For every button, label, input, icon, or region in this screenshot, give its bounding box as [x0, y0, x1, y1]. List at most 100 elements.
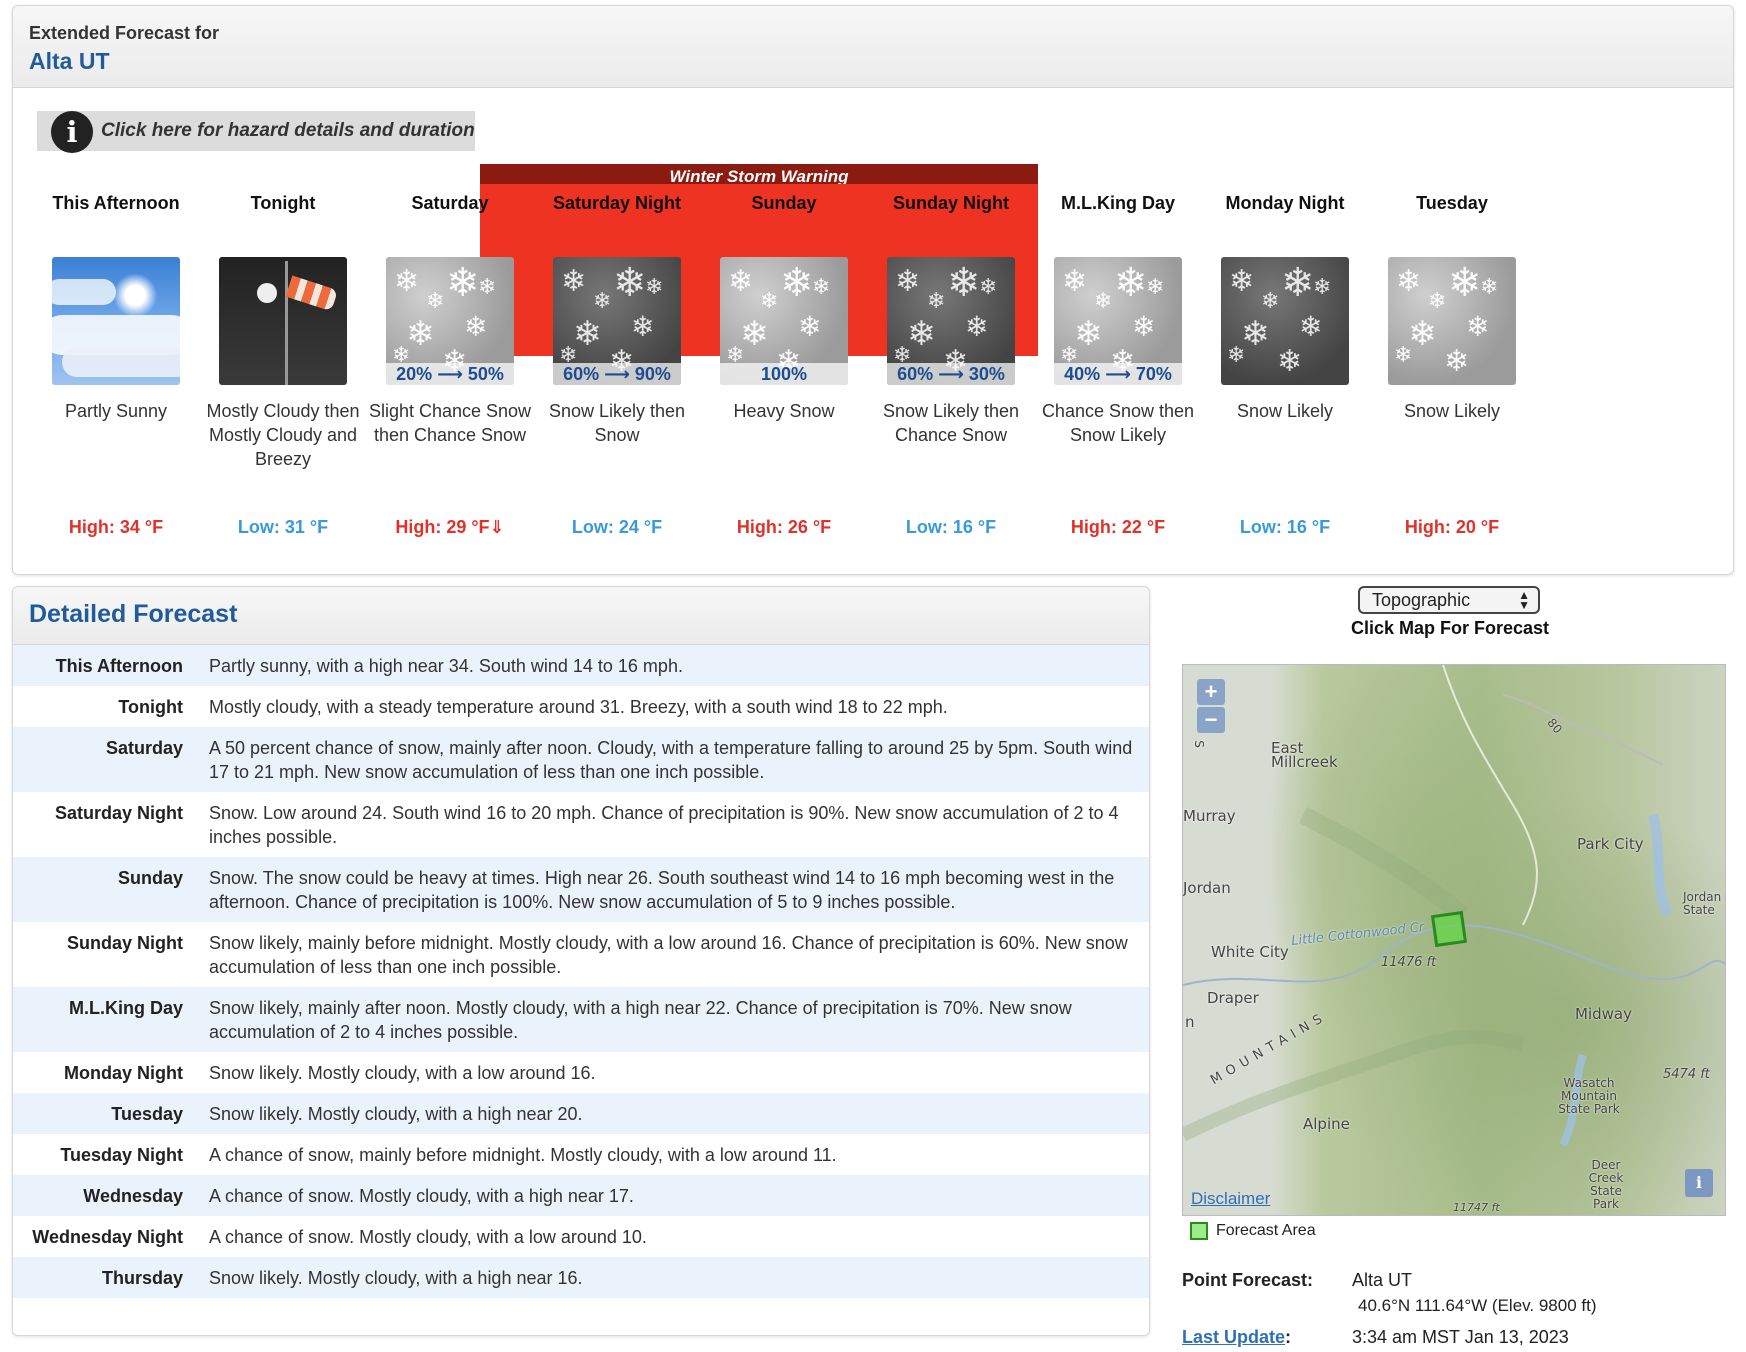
- map-type-selected: Topographic: [1372, 590, 1471, 610]
- last-update-label: Last Update:: [1182, 1327, 1291, 1348]
- period-description: Slight Chance Snow then Chance Snow: [368, 401, 532, 445]
- snow-icon[interactable]: ❄ ❄ ❄ ❄ ❄ ❄ ❄ ❄: [1388, 257, 1516, 385]
- detailed-forecast-row: Tuesday Night A chance of snow, mainly be…: [13, 1134, 1149, 1175]
- point-forecast-coordinates: 40.6°N 111.64°W (Elev. 9800 ft): [1358, 1296, 1597, 1315]
- last-update-colon: :: [1285, 1327, 1292, 1347]
- precip-chance: 60% ⟶ 30%: [887, 363, 1015, 385]
- detailed-row-label: Saturday: [105, 738, 183, 758]
- detailed-row-label: This Afternoon: [55, 656, 183, 676]
- high-temp: High: 26 °F: [736, 517, 832, 537]
- detailed-forecast-row: This Afternoon Partly sunny, with a high …: [13, 645, 1149, 686]
- map-label-s: S: [1191, 740, 1206, 748]
- period-description: Snow Likely: [1403, 401, 1501, 421]
- period-name: This Afternoon: [52, 193, 180, 213]
- detailed-forecast-row: Thursday Snow likely. Mostly cloudy, with…: [13, 1257, 1149, 1298]
- period-name: Monday Night: [1225, 193, 1345, 213]
- detailed-forecast-row: Wednesday Night A chance of snow. Mostly …: [13, 1216, 1149, 1257]
- map-legend: Forecast Area: [1190, 1222, 1316, 1240]
- detailed-forecast-row: Monday Night Snow likely. Mostly cloudy, …: [13, 1052, 1149, 1093]
- hazard-details-button[interactable]: i Click here for hazard details and dura…: [37, 111, 475, 153]
- map-disclaimer-link[interactable]: Disclaimer: [1191, 1189, 1270, 1209]
- point-forecast-location: Alta UT: [1352, 1270, 1413, 1290]
- detailed-row-text: Partly sunny, with a high near 34. South…: [209, 656, 683, 676]
- forecast-period: Sunday ❄ ❄ ❄ ❄ ❄ ❄ ❄ ❄ 100% Heavy Snow High: 26 °F: [691, 191, 877, 538]
- period-name: Saturday: [411, 193, 489, 213]
- period-description: Mostly Cloudy then Mostly Cloudy and Bre…: [206, 401, 360, 469]
- extended-forecast-header: Extended Forecast for Alta UT: [13, 6, 1733, 88]
- zoom-in-button[interactable]: +: [1197, 679, 1225, 705]
- period-description: Partly Sunny: [64, 401, 168, 421]
- forecast-period: Sunday Night ❄ ❄ ❄ ❄ ❄ ❄ ❄ ❄ 60% ⟶ 30% Snow Likely…: [858, 191, 1044, 538]
- period-name: Sunday: [751, 193, 817, 213]
- detailed-row-text: Mostly cloudy, with a steady temperature…: [209, 697, 948, 717]
- precip-chance: 40% ⟶ 70%: [1054, 363, 1182, 385]
- map-label-park-city: Park City: [1577, 835, 1644, 853]
- high-temp: High: 22 °F: [1070, 517, 1166, 537]
- map-label-n: n: [1185, 1013, 1195, 1031]
- last-update-value: 3:34 am MST Jan 13, 2023: [1352, 1327, 1569, 1347]
- detailed-forecast-row: Saturday A 50 percent chance of snow, mai…: [13, 727, 1149, 792]
- forecast-map[interactable]: + − East Millcreek Murray Park City Jord…: [1182, 664, 1726, 1216]
- snow-night-icon[interactable]: ❄ ❄ ❄ ❄ ❄ ❄ ❄ ❄: [1221, 257, 1349, 385]
- detailed-row-text: Snow. The snow could be heavy at times. …: [209, 868, 1115, 912]
- forecast-period: Tonight Mostly Cloudy then Mostly Cloudy …: [190, 191, 376, 538]
- detailed-row-text: Snow likely. Mostly cloudy, with a low a…: [209, 1063, 596, 1083]
- map-label-draper: Draper: [1207, 989, 1259, 1007]
- detailed-row-text: A 50 percent chance of snow, mainly afte…: [209, 738, 1133, 782]
- map-label-midway: Midway: [1575, 1005, 1632, 1023]
- precip-chance: 20% ⟶ 50%: [386, 363, 514, 385]
- snow-icon[interactable]: ❄ ❄ ❄ ❄ ❄ ❄ ❄ ❄ 20% ⟶ 50%: [386, 257, 514, 385]
- partly-sunny-icon[interactable]: [52, 257, 180, 385]
- detailed-forecast-row: Sunday Night Snow likely, mainly before m…: [13, 922, 1149, 987]
- map-label-white-city: White City: [1211, 943, 1289, 961]
- detailed-row-label: Tuesday: [111, 1104, 183, 1124]
- forecast-period: This Afternoon Partly Sunny High: 34 °F: [23, 191, 209, 538]
- breezy-night-icon[interactable]: [219, 257, 347, 385]
- forecast-period: Saturday ❄ ❄ ❄ ❄ ❄ ❄ ❄ ❄ 20% ⟶ 50% Slight Chance S…: [357, 191, 543, 538]
- forecast-period: Tuesday ❄ ❄ ❄ ❄ ❄ ❄ ❄ ❄ Snow Likely High: 20 °F: [1359, 191, 1545, 538]
- detailed-row-text: Snow likely, mainly before midnight. Mos…: [209, 933, 1128, 977]
- map-type-select[interactable]: Topographic ▲ ▼: [1358, 586, 1540, 614]
- last-update-link[interactable]: Last Update: [1182, 1327, 1285, 1347]
- map-label-murray: Murray: [1183, 807, 1236, 825]
- map-info-icon[interactable]: i: [1685, 1169, 1713, 1197]
- detailed-row-label: Tonight: [118, 697, 183, 717]
- map-label-elevation-11747: 11747 ft: [1453, 1201, 1500, 1214]
- forecast-period: Saturday Night ❄ ❄ ❄ ❄ ❄ ❄ ❄ ❄ 60% ⟶ 90% Snow Like…: [524, 191, 710, 538]
- snow-night-icon[interactable]: ❄ ❄ ❄ ❄ ❄ ❄ ❄ ❄ 60% ⟶ 90%: [553, 257, 681, 385]
- map-label-jordan-state: Jordan State: [1683, 890, 1722, 917]
- detailed-forecast-row: Sunday Snow. The snow could be heavy at t…: [13, 857, 1149, 922]
- period-name: M.L.King Day: [1060, 193, 1175, 213]
- detailed-row-label: Saturday Night: [54, 803, 183, 823]
- low-temp: Low: 31 °F: [237, 517, 329, 537]
- detailed-row-text: A chance of snow, mainly before midnight…: [209, 1145, 837, 1165]
- precip-chance: 100%: [720, 363, 848, 385]
- map-label-elevation-11476: 11476 ft: [1381, 955, 1437, 970]
- hazard-details-label: Click here for hazard details and durati…: [101, 120, 475, 141]
- detailed-row-label: Wednesday: [83, 1186, 183, 1206]
- period-name: Sunday Night: [893, 193, 1009, 213]
- detailed-row-label: Sunday: [117, 868, 183, 888]
- detailed-row-text: Snow likely. Mostly cloudy, with a high …: [209, 1268, 583, 1288]
- extended-forecast-subtitle: Extended Forecast for: [29, 23, 220, 43]
- detailed-forecast-panel: Detailed Forecast This Afternoon Partly s…: [12, 586, 1150, 1336]
- zoom-out-button[interactable]: −: [1197, 707, 1225, 733]
- extended-forecast-panel: Extended Forecast for Alta UT i Click he…: [12, 5, 1734, 575]
- select-arrows-icon: ▲ ▼: [1518, 588, 1530, 612]
- forecast-period: M.L.King Day ❄ ❄ ❄ ❄ ❄ ❄ ❄ ❄ 40% ⟶ 70% Chance Snow…: [1025, 191, 1211, 538]
- snow-night-icon[interactable]: ❄ ❄ ❄ ❄ ❄ ❄ ❄ ❄ 60% ⟶ 30%: [887, 257, 1015, 385]
- detailed-row-text: A chance of snow. Mostly cloudy, with a …: [209, 1186, 634, 1206]
- winter-storm-warning-label: Winter Storm Warning: [480, 164, 1038, 184]
- forecast-area-marker[interactable]: [1430, 910, 1468, 948]
- map-label-jordan: Jordan: [1183, 879, 1231, 897]
- detailed-forecast-row: Tonight Mostly cloudy, with a steady temp…: [13, 686, 1149, 727]
- detailed-forecast-row: Saturday Night Snow. Low around 24. South…: [13, 792, 1149, 857]
- period-name: Tuesday: [1416, 193, 1488, 213]
- detailed-row-label: Monday Night: [64, 1063, 183, 1083]
- detailed-row-label: M.L.King Day: [68, 998, 183, 1018]
- low-temp: Low: 16 °F: [905, 517, 997, 537]
- detailed-forecast-row: M.L.King Day Snow likely, mainly after no…: [13, 987, 1149, 1052]
- period-name: Tonight: [250, 193, 316, 213]
- snow-icon[interactable]: ❄ ❄ ❄ ❄ ❄ ❄ ❄ ❄ 100%: [720, 257, 848, 385]
- snow-icon[interactable]: ❄ ❄ ❄ ❄ ❄ ❄ ❄ ❄ 40% ⟶ 70%: [1054, 257, 1182, 385]
